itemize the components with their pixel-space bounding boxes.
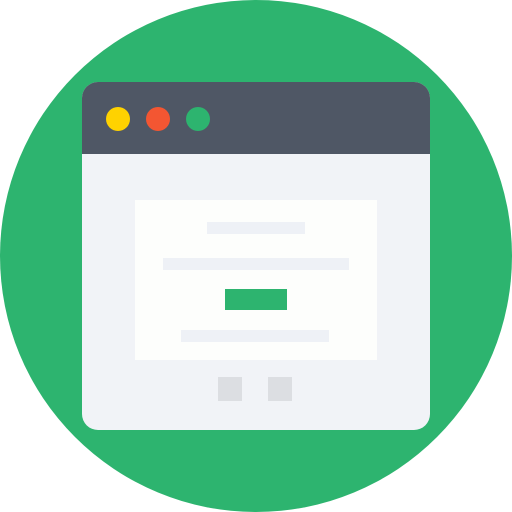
window-minimize-dot[interactable] <box>106 107 130 131</box>
pager-square-2[interactable] <box>268 377 292 401</box>
browser-window <box>82 82 430 430</box>
card-footer-placeholder <box>181 330 329 342</box>
card-text-placeholder <box>163 258 349 270</box>
pager-square-1[interactable] <box>218 377 242 401</box>
window-titlebar <box>82 82 430 154</box>
card-action-button[interactable] <box>225 289 287 310</box>
window-maximize-dot[interactable] <box>186 107 210 131</box>
browser-window-illustration <box>0 0 512 512</box>
content-card <box>135 200 377 360</box>
window-close-dot[interactable] <box>146 107 170 131</box>
card-title-placeholder <box>207 222 305 234</box>
